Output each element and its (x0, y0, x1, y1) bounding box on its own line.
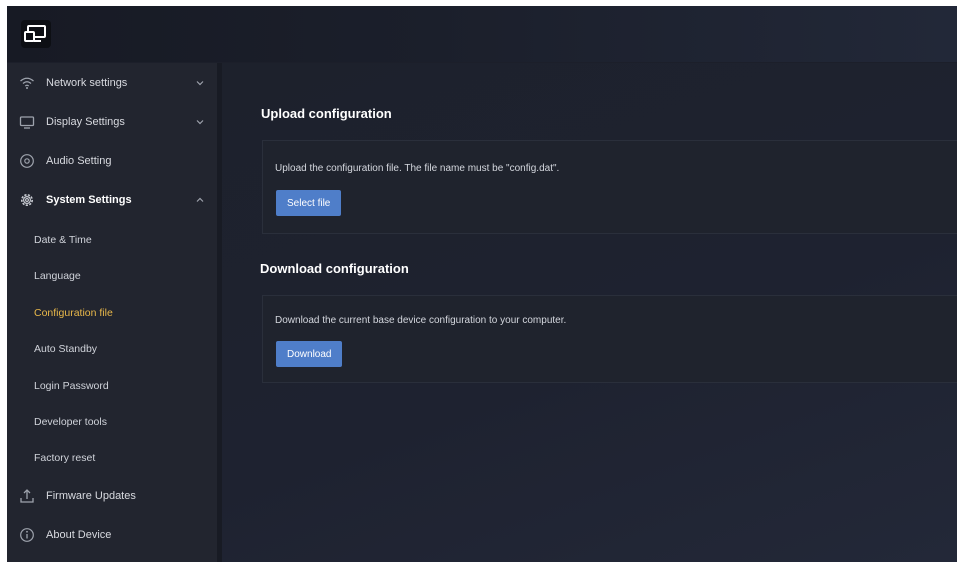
download-card: Download the current base device configu… (262, 295, 957, 383)
sidebar-subitem-label: Auto Standby (34, 343, 98, 355)
sidebar-subitem-label: Developer tools (34, 416, 107, 428)
sidebar-item-audio-setting[interactable]: Audio Setting (7, 146, 217, 176)
sidebar-subitem-configuration-file[interactable]: Configuration file (7, 299, 217, 327)
sidebar-subitem-auto-standby[interactable]: Auto Standby (7, 335, 217, 363)
sidebar-item-label: Network settings (46, 77, 128, 89)
upload-section-title: Upload configuration (261, 106, 392, 121)
monitor-icon (19, 116, 35, 129)
sidebar-subitem-label: Language (34, 270, 81, 282)
gear-icon (21, 194, 33, 206)
top-bar (7, 6, 957, 62)
upload-icon (20, 489, 34, 503)
info-icon (20, 528, 34, 542)
upload-description: Upload the configuration file. The file … (275, 163, 560, 174)
sidebar-subitem-label: Date & Time (34, 234, 92, 246)
audio-icon (20, 154, 34, 168)
chevron-down-icon (196, 81, 204, 86)
sidebar-subitem-login-password[interactable]: Login Password (7, 372, 217, 400)
app-window: Network settings Display Settings Audio … (7, 6, 957, 562)
sidebar-item-about-device[interactable]: About Device (7, 520, 217, 550)
download-button[interactable]: Download (276, 341, 343, 367)
sidebar-item-display-settings[interactable]: Display Settings (7, 107, 217, 137)
sidebar-item-network-settings[interactable]: Network settings (7, 68, 217, 98)
sidebar-item-label: Audio Setting (46, 155, 112, 167)
chevron-down-icon (196, 120, 204, 125)
wifi-icon (20, 77, 34, 89)
sidebar-item-label: System Settings (46, 194, 132, 206)
chevron-up-icon (196, 197, 204, 202)
sidebar-subitem-language[interactable]: Language (7, 262, 217, 290)
download-description: Download the current base device configu… (275, 315, 567, 326)
sidebar-item-firmware-updates[interactable]: Firmware Updates (7, 481, 217, 511)
sidebar-item-label: Display Settings (46, 116, 125, 128)
sidebar-subitem-factory-reset[interactable]: Factory reset (7, 444, 217, 472)
sidebar-subitem-developer-tools[interactable]: Developer tools (7, 408, 217, 436)
sidebar-subitem-label: Factory reset (34, 452, 96, 464)
sidebar-subitem-label: Configuration file (34, 307, 113, 319)
select-file-button[interactable]: Select file (276, 190, 342, 216)
upload-card: Upload the configuration file. The file … (262, 140, 957, 234)
main-content: Upload configuration Upload the configur… (222, 63, 957, 562)
sidebar-item-system-settings[interactable]: System Settings (7, 185, 217, 215)
download-section-title: Download configuration (260, 261, 409, 276)
device-logo-icon[interactable] (21, 20, 51, 48)
sidebar-item-label: About Device (46, 529, 112, 541)
sidebar-subitem-label: Login Password (34, 380, 109, 392)
sidebar-subitem-date-time[interactable]: Date & Time (7, 226, 217, 254)
sidebar: Network settings Display Settings Audio … (7, 63, 217, 562)
sidebar-item-label: Firmware Updates (46, 490, 136, 502)
